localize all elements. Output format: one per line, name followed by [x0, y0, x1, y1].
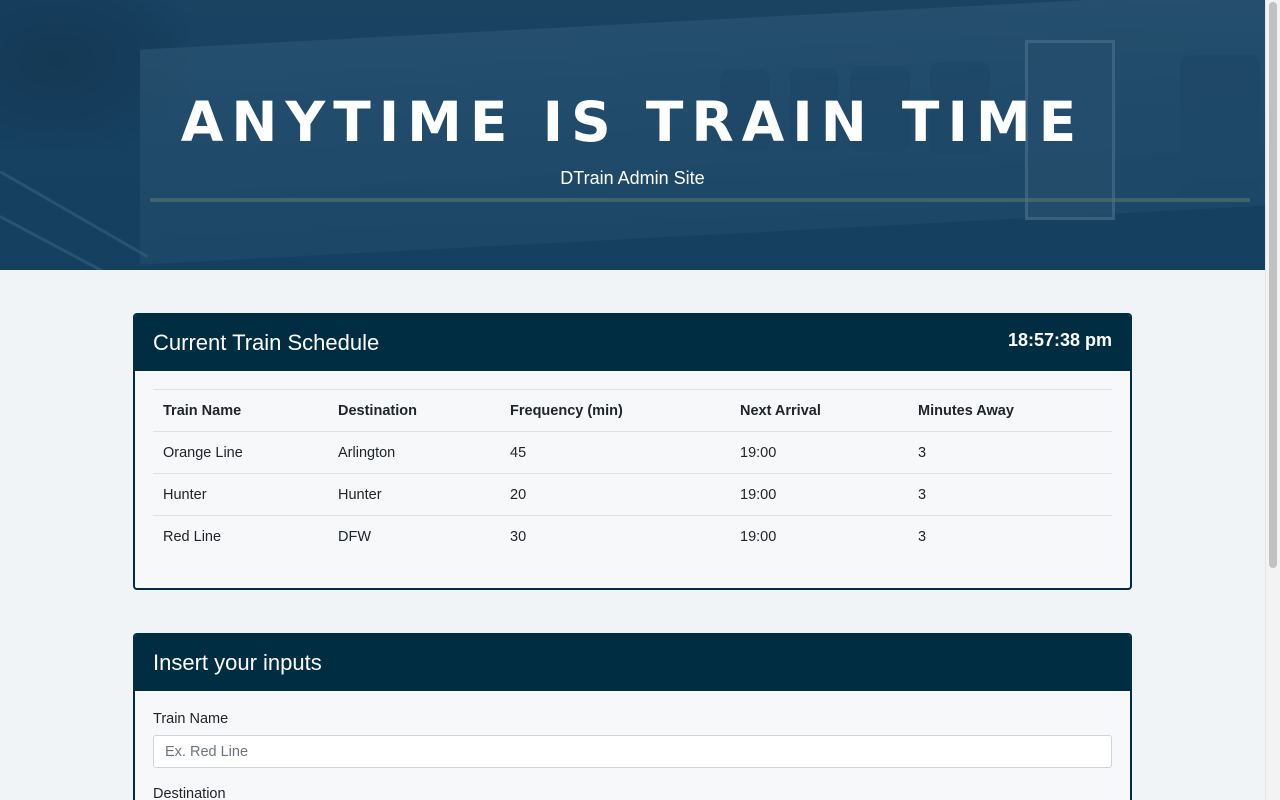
current-time: 18:57:38 pm [1007, 330, 1112, 350]
train-name-label: Train Name [153, 711, 229, 727]
destination-group: Destination [153, 784, 1112, 800]
cell-train-name: Hunter [153, 473, 328, 516]
table-row: Red Line DFW 30 19:00 3 [153, 515, 1112, 558]
schedule-card-body: Train Name Destination Frequency (min) N… [135, 371, 1130, 558]
table-header-row: Train Name Destination Frequency (min) N… [153, 389, 1112, 432]
page: ANYTIME IS TRAIN TIME DTrain Admin Site … [0, 0, 1280, 800]
insert-inputs-card: Insert your inputs Train Name Destinatio… [133, 633, 1132, 800]
cell-destination: DFW [328, 515, 500, 558]
cell-minutes-away: 3 [908, 431, 1112, 474]
cell-frequency: 30 [500, 515, 730, 558]
page-scrollbar[interactable] [1265, 0, 1280, 800]
train-name-input[interactable] [153, 735, 1112, 768]
column-header-train-name: Train Name [153, 389, 328, 432]
schedule-card-header: Current Train Schedule 18:57:38 pm [135, 315, 1130, 371]
inputs-card-header: Insert your inputs [135, 635, 1130, 691]
column-header-minutes-away: Minutes Away [908, 389, 1112, 432]
train-name-group: Train Name [153, 709, 1112, 768]
column-header-next-arrival: Next Arrival [730, 389, 908, 432]
hero-banner: ANYTIME IS TRAIN TIME DTrain Admin Site [0, 0, 1265, 270]
column-header-frequency: Frequency (min) [500, 389, 730, 432]
table-row: Orange Line Arlington 45 19:00 3 [153, 431, 1112, 474]
train-schedule-card: Current Train Schedule 18:57:38 pm Train… [133, 313, 1132, 590]
schedule-title: Current Train Schedule [153, 330, 380, 355]
schedule-table: Train Name Destination Frequency (min) N… [153, 389, 1112, 558]
cell-minutes-away: 3 [908, 473, 1112, 516]
cell-frequency: 45 [500, 431, 730, 474]
cell-next-arrival: 19:00 [730, 431, 908, 474]
cell-minutes-away: 3 [908, 515, 1112, 558]
inputs-card-body: Train Name Destination [135, 691, 1130, 800]
cell-train-name: Red Line [153, 515, 328, 558]
hero-subtitle: DTrain Admin Site [560, 168, 705, 188]
cell-destination: Hunter [328, 473, 500, 516]
cell-frequency: 20 [500, 473, 730, 516]
cell-next-arrival: 19:00 [730, 473, 908, 516]
inputs-title: Insert your inputs [153, 650, 322, 675]
column-header-destination: Destination [328, 389, 500, 432]
table-row: Hunter Hunter 20 19:00 3 [153, 473, 1112, 516]
cell-next-arrival: 19:00 [730, 515, 908, 558]
scrollbar-thumb[interactable] [1269, 2, 1277, 568]
cell-train-name: Orange Line [153, 431, 328, 474]
hero-title: ANYTIME IS TRAIN TIME [180, 90, 1085, 154]
destination-label: Destination [153, 786, 226, 800]
cell-destination: Arlington [328, 431, 500, 474]
